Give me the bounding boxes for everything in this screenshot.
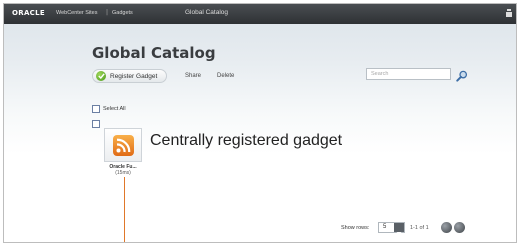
register-gadget-button[interactable]: Register Gadget <box>92 69 168 83</box>
search-icon[interactable] <box>456 67 468 82</box>
search-input[interactable] <box>366 68 451 80</box>
rss-feed-icon <box>113 135 134 156</box>
gadget-checkbox[interactable] <box>92 120 100 128</box>
next-page-button[interactable] <box>454 222 465 233</box>
topbar-page-title: Global Catalog <box>185 9 228 16</box>
share-link[interactable]: Share <box>185 73 201 79</box>
rows-value: 5 <box>383 224 387 230</box>
topbar-separator: | <box>106 9 109 16</box>
gadget-count: (15ms) <box>115 170 131 176</box>
page-title: Global Catalog <box>92 44 216 62</box>
annotation-line <box>124 177 125 242</box>
menu-icon[interactable] <box>506 9 512 17</box>
top-bar: ORACLE WebCenter Sites | Gadgets Global … <box>4 4 516 24</box>
rows-per-page-select[interactable]: 5 <box>378 222 405 235</box>
annotation-text: Centrally registered gadget <box>150 132 343 149</box>
select-all-checkbox[interactable] <box>92 105 100 113</box>
delete-link[interactable]: Delete <box>217 73 234 79</box>
chevron-down-icon <box>394 223 404 235</box>
page-info: 1-1 of 1 <box>410 225 429 231</box>
product-name[interactable]: WebCenter Sites <box>56 10 97 16</box>
select-all-label: Select All <box>103 106 126 112</box>
tab-gadgets[interactable]: Gadgets <box>112 10 133 16</box>
oracle-logo: ORACLE <box>12 9 45 17</box>
show-rows-label: Show rows: <box>341 225 370 231</box>
screenshot-frame: ORACLE WebCenter Sites | Gadgets Global … <box>3 3 517 243</box>
register-gadget-label: Register Gadget <box>110 72 158 80</box>
previous-page-button[interactable] <box>441 222 452 233</box>
gadget-tile[interactable] <box>104 128 142 162</box>
checkmark-icon <box>96 71 106 81</box>
